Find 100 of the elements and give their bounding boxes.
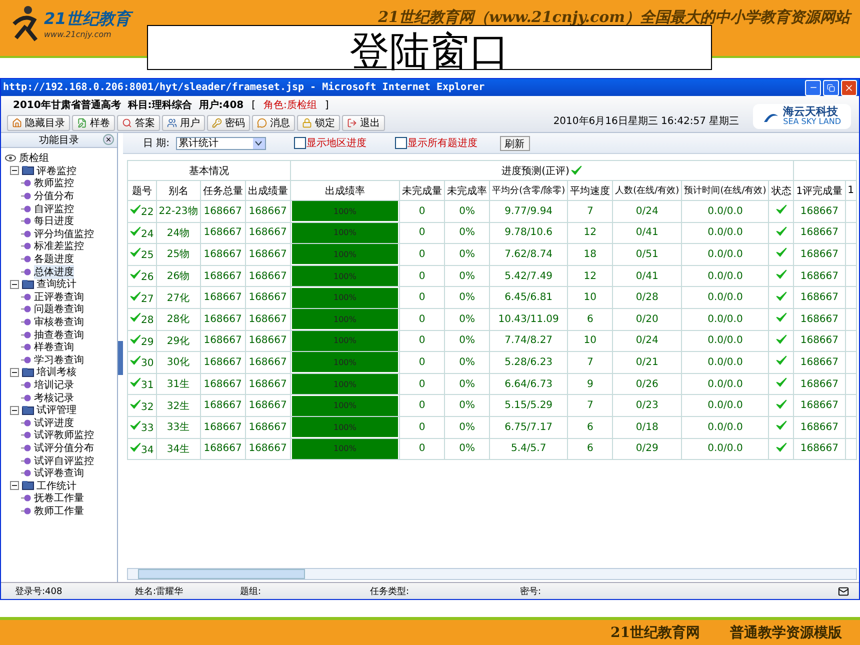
tree-item[interactable]: 抽查卷查询 — [34, 328, 84, 342]
collapse-icon[interactable] — [10, 166, 18, 176]
brand-name-english: SEA SKY LAND — [783, 118, 841, 127]
collapse-icon[interactable] — [10, 280, 18, 289]
toolbar-button[interactable]: 密码 — [207, 115, 250, 131]
tree-item[interactable]: 评分均值监控 — [34, 226, 94, 241]
node-icon — [21, 431, 32, 440]
table-cell: 168667 — [200, 373, 246, 395]
tree-folder[interactable]: 评卷监控 — [36, 164, 76, 178]
sidebar-title: 功能目录 — [39, 134, 79, 147]
table-cell: 0 — [400, 373, 445, 395]
tree-item[interactable]: 试评自评监控 — [34, 454, 94, 468]
refresh-button[interactable]: 刷新 — [500, 136, 530, 150]
collapse-icon[interactable] — [10, 406, 18, 415]
tree-item[interactable]: 各题进度 — [34, 252, 74, 266]
node-icon — [21, 242, 32, 250]
scroll-thumb[interactable] — [138, 569, 305, 579]
tree-item[interactable]: 总体进度 — [34, 264, 74, 279]
column-header: 未完成量 — [400, 180, 445, 200]
table-cell: 0 — [400, 265, 445, 287]
table-cell: 9.77/9.94 — [490, 200, 568, 222]
question-number: 27 — [141, 294, 154, 305]
caret-icon — [255, 140, 262, 146]
window-title: http://192.168.0.206:8001/hyt/sleader/frameset.jsp - Microsoft Internet Explorer — [3, 82, 485, 93]
toolbar-button[interactable]: 答案 — [117, 115, 160, 131]
close-icon — [844, 82, 854, 92]
tree-item[interactable]: 抚卷工作量 — [34, 491, 84, 506]
collapse-icon[interactable] — [10, 368, 18, 377]
date-select[interactable]: 累计统计 — [176, 136, 266, 150]
tree-item[interactable]: 学习卷查询 — [34, 352, 84, 367]
toolbar-button[interactable]: 样卷 — [72, 115, 115, 131]
progress-label: 100% — [333, 444, 356, 454]
status-text: 任务类型: — [370, 586, 410, 598]
tree-item[interactable]: 考核记录 — [34, 390, 74, 405]
table-cell: 0% — [444, 373, 490, 395]
table-cell: 0.0/0.0 — [682, 373, 769, 395]
table-cell: 27化 — [156, 286, 200, 308]
toolbar-button[interactable]: 消息 — [252, 115, 295, 131]
table-cell: 7.74/8.27 — [490, 330, 568, 352]
tree-root[interactable]: 质检组 — [19, 151, 49, 166]
table-cell: 168667 — [794, 352, 846, 374]
tree-item[interactable]: 教师监控 — [34, 176, 74, 190]
toolbar-button[interactable]: 用户 — [162, 115, 205, 131]
minimize-button[interactable] — [805, 80, 821, 96]
mail-icon[interactable] — [838, 586, 849, 596]
tree-item[interactable]: 正评卷查询 — [34, 290, 84, 304]
table-cell: 0% — [444, 244, 490, 266]
tree-item[interactable]: 分值分布 — [34, 189, 74, 204]
column-header: 1评完成量 — [794, 180, 846, 200]
table-cell: 5.4/5.7 — [490, 438, 568, 460]
tree-item[interactable]: 培训记录 — [34, 378, 74, 392]
table-cell: 26物 — [156, 265, 200, 287]
tree-item[interactable]: 标准差监控 — [34, 239, 84, 254]
option-label[interactable]: 显示地区进度 — [294, 136, 367, 150]
table-cell: 168667 — [200, 244, 246, 266]
tree-folder[interactable]: 工作统计 — [36, 478, 76, 493]
table-cell: 0 — [400, 200, 445, 222]
node-icon — [21, 204, 32, 213]
table-cell: 168667 — [245, 438, 290, 460]
tree-folder[interactable]: 试评管理 — [36, 403, 76, 418]
tree-item[interactable]: 每日进度 — [34, 214, 74, 228]
option-label[interactable]: 显示所有题进度 — [394, 136, 478, 150]
table-cell: 0 — [400, 222, 445, 244]
table-cell: 168667 — [794, 438, 846, 460]
checkbox[interactable] — [394, 137, 407, 149]
toolbar-button[interactable]: 锁定 — [297, 115, 340, 131]
restore-button[interactable] — [823, 80, 839, 96]
tree-item[interactable]: 试评分值分布 — [34, 440, 94, 455]
table-cell: 34生 — [156, 438, 200, 460]
tree-folder[interactable]: 查询统计 — [36, 277, 76, 292]
close-button[interactable] — [103, 134, 114, 145]
toolbar-button[interactable]: 隐藏目录 — [7, 115, 70, 131]
splitter-handle[interactable] — [118, 340, 123, 374]
table-cell: 0/18 — [612, 416, 682, 438]
progress-label: 100% — [333, 250, 356, 259]
table-cell: 168667 — [200, 352, 246, 374]
horizontal-scrollbar[interactable] — [127, 568, 857, 580]
column-header: 出成绩量 — [245, 180, 290, 200]
tree-item[interactable]: 问题卷查询 — [34, 302, 84, 316]
node-icon — [21, 179, 32, 188]
table-cell: 168667 — [794, 286, 846, 308]
node-icon — [21, 305, 32, 314]
checkbox[interactable] — [294, 137, 306, 149]
table-cell: 32生 — [156, 394, 200, 416]
tree-item[interactable]: 样卷查询 — [34, 340, 74, 354]
tree-item[interactable]: 试评卷查询 — [34, 466, 84, 480]
tree-folder[interactable]: 培训考核 — [36, 365, 76, 380]
table-cell: 0% — [444, 308, 490, 330]
toolbar-button[interactable]: 退出 — [342, 115, 385, 131]
table-cell: 168667 — [200, 200, 246, 222]
tree-item[interactable]: 自评监控 — [34, 202, 74, 216]
collapse-icon[interactable] — [10, 481, 18, 490]
tree-item[interactable]: 教师工作量 — [34, 504, 84, 518]
tree-item[interactable]: 审核卷查询 — [34, 315, 84, 330]
tree-item[interactable]: 试评进度 — [34, 416, 74, 430]
column-header: 别名 — [156, 180, 200, 200]
tree-item[interactable]: 试评教师监控 — [34, 428, 94, 442]
table-cell: 168667 — [200, 286, 246, 308]
question-number: 25 — [141, 250, 154, 262]
node-icon — [21, 506, 32, 515]
